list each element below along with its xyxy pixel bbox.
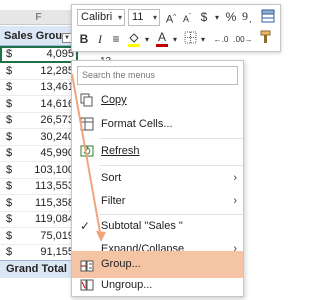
sales-value: 75,019 bbox=[40, 229, 74, 242]
decrease-font-icon[interactable]: Aˇ bbox=[180, 9, 194, 28]
fill-color-icon[interactable] bbox=[127, 31, 141, 52]
decrease-decimal-icon[interactable]: .00→ bbox=[233, 31, 253, 48]
ungroup-icon bbox=[80, 278, 94, 292]
menu-item-label: Sort bbox=[101, 172, 122, 184]
svg-text:,: , bbox=[249, 14, 252, 23]
font-name-value: Calibri bbox=[81, 11, 113, 23]
sales-value: 12,285 bbox=[40, 64, 74, 77]
chevron-down-icon[interactable]: ▾ bbox=[171, 31, 179, 48]
font-color-letter: A bbox=[157, 30, 166, 44]
table-row[interactable]: $26,573 bbox=[0, 112, 78, 129]
align-center-icon[interactable]: ≡ bbox=[109, 31, 123, 48]
sales-value: 103,100 bbox=[34, 163, 74, 176]
currency-symbol: $ bbox=[6, 114, 13, 126]
grand-total-label[interactable]: Grand Total bbox=[0, 260, 78, 278]
checkmark-icon: ✓ bbox=[80, 219, 91, 233]
menu-item-format-cells[interactable]: Format Cells... bbox=[72, 113, 243, 135]
sales-value: 91,155 bbox=[40, 246, 74, 258]
currency-symbol: $ bbox=[6, 163, 13, 176]
menu-item-sort[interactable]: Sort › bbox=[72, 167, 243, 189]
context-menu: Search the menus Copy Format Cells... Re… bbox=[71, 60, 244, 297]
borders-icon[interactable] bbox=[183, 31, 197, 49]
percent-format-button[interactable]: % bbox=[224, 9, 238, 26]
table-row[interactable]: $13,461 bbox=[0, 79, 78, 96]
sales-value: 4,095 bbox=[46, 48, 74, 60]
table-row[interactable]: $91,155 bbox=[0, 244, 78, 261]
table-row[interactable]: $75,019 bbox=[0, 228, 78, 245]
sales-value: 26,573 bbox=[40, 114, 74, 126]
sales-value: 115,358 bbox=[35, 196, 74, 209]
increase-decimal-icon[interactable]: ←.0 bbox=[211, 31, 231, 48]
chevron-right-icon: › bbox=[233, 195, 237, 207]
column-header-f[interactable]: F bbox=[0, 10, 78, 25]
sales-value: 14,616 bbox=[40, 97, 74, 110]
currency-symbol: $ bbox=[6, 147, 13, 159]
comma-style-icon[interactable]: 9, bbox=[242, 9, 256, 28]
menu-item-label: Ungroup... bbox=[101, 279, 153, 291]
currency-symbol: $ bbox=[6, 196, 13, 209]
currency-symbol: $ bbox=[6, 48, 13, 60]
table-row[interactable]: $14,616 bbox=[0, 96, 78, 113]
currency-symbol: $ bbox=[6, 64, 13, 77]
font-name-dropdown[interactable]: Calibri ▾ bbox=[77, 9, 125, 26]
search-menus-input[interactable]: Search the menus bbox=[77, 66, 238, 85]
menu-item-refresh[interactable]: Refresh bbox=[72, 140, 243, 162]
mini-toolbar: Calibri ▾ 11 ▾ A^ Aˇ $ ▾ % 9, B I ≡ ▾ A … bbox=[71, 4, 281, 52]
table-format-icon[interactable] bbox=[260, 9, 276, 28]
increase-font-icon[interactable]: A^ bbox=[164, 9, 178, 29]
copy-icon bbox=[80, 93, 94, 107]
menu-item-label: Copy bbox=[101, 94, 127, 106]
chevron-down-icon: ▾ bbox=[117, 13, 122, 22]
table-row[interactable]: $4,095 bbox=[0, 46, 78, 63]
table-row[interactable]: $115,358 bbox=[0, 195, 78, 212]
menu-item-label: Refresh bbox=[101, 145, 140, 157]
font-color-button[interactable]: A bbox=[155, 29, 169, 47]
font-size-value: 11 bbox=[132, 11, 144, 23]
menu-item-subtotal[interactable]: ✓ Subtotal "Sales " bbox=[72, 215, 243, 237]
table-row[interactable]: $119,084 bbox=[0, 211, 78, 228]
table-row[interactable]: $103,100 bbox=[0, 162, 78, 179]
sales-value: 119,084 bbox=[35, 213, 74, 225]
currency-symbol: $ bbox=[6, 213, 13, 225]
format-cells-icon bbox=[80, 117, 94, 131]
menu-divider bbox=[99, 165, 243, 166]
sales-value: 45,990 bbox=[40, 147, 74, 159]
sales-value: 30,240 bbox=[40, 130, 74, 143]
bold-button[interactable]: B bbox=[78, 31, 90, 48]
currency-symbol: $ bbox=[6, 97, 13, 110]
svg-text:9: 9 bbox=[242, 9, 248, 23]
table-row[interactable]: $12,285 bbox=[0, 63, 78, 80]
sales-value: 13,461 bbox=[40, 81, 74, 93]
refresh-icon bbox=[80, 144, 94, 158]
table-row[interactable]: $30,240 bbox=[0, 129, 78, 146]
sales-value: 113,553 bbox=[35, 180, 74, 192]
format-painter-icon[interactable] bbox=[258, 30, 274, 50]
chevron-down-icon[interactable]: ▾ bbox=[143, 31, 151, 48]
chevron-down-icon[interactable]: ▾ bbox=[199, 31, 207, 48]
font-color-swatch bbox=[156, 44, 168, 47]
font-size-dropdown[interactable]: 11 ▾ bbox=[128, 9, 160, 26]
chevron-down-icon[interactable]: ▾ bbox=[213, 9, 221, 26]
currency-symbol: $ bbox=[6, 246, 13, 258]
table-row[interactable]: $45,990 bbox=[0, 145, 78, 162]
table-row[interactable]: $113,553 bbox=[0, 178, 78, 195]
menu-item-label: Subtotal "Sales " bbox=[101, 220, 183, 232]
menu-item-copy[interactable]: Copy bbox=[72, 89, 243, 111]
currency-symbol: $ bbox=[6, 130, 13, 143]
currency-symbol: $ bbox=[6, 81, 13, 93]
menu-divider bbox=[99, 138, 243, 139]
menu-item-ungroup[interactable]: Ungroup... bbox=[72, 274, 243, 296]
menu-item-label: Filter bbox=[101, 195, 126, 207]
italic-button[interactable]: I bbox=[94, 31, 106, 48]
chevron-right-icon: › bbox=[233, 172, 237, 184]
chevron-down-icon: ▾ bbox=[152, 13, 157, 22]
currency-symbol: $ bbox=[6, 180, 13, 192]
menu-item-filter[interactable]: Filter › bbox=[72, 190, 243, 212]
menu-item-label: Format Cells... bbox=[101, 118, 173, 130]
group-icon bbox=[80, 257, 94, 272]
currency-symbol: $ bbox=[6, 229, 13, 242]
currency-format-button[interactable]: $ bbox=[197, 9, 211, 26]
